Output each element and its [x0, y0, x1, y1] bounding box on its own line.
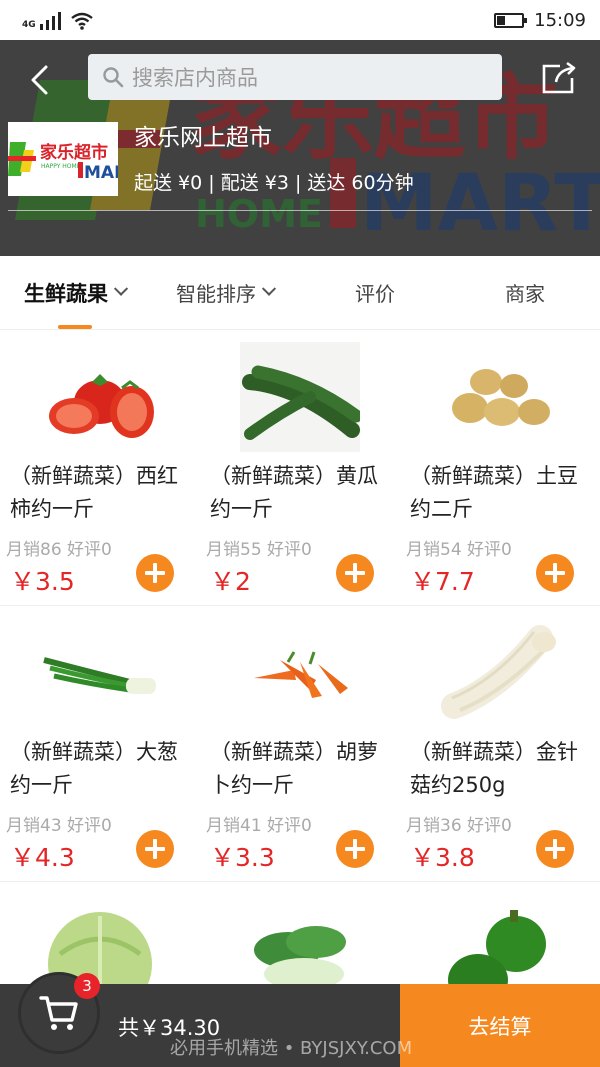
- plus-icon-stroke: [553, 839, 557, 859]
- product-card[interactable]: [0, 882, 200, 1004]
- product-price: ￥3.8: [410, 843, 475, 872]
- product-grid: （新鲜蔬菜）西红柿约一斤 月销86 好评0 ￥3.5 （新鲜蔬菜）黄瓜约一斤 月…: [0, 330, 600, 882]
- product-name: （新鲜蔬菜）黄瓜约一斤: [210, 464, 378, 521]
- svg-text:家乐超市: 家乐超市: [40, 142, 108, 163]
- back-button[interactable]: [22, 60, 56, 100]
- wifi-icon: [70, 12, 93, 30]
- plus-icon-stroke: [153, 563, 157, 583]
- product-row: （新鲜蔬菜）西红柿约一斤 月销86 好评0 ￥3.5 （新鲜蔬菜）黄瓜约一斤 月…: [0, 330, 600, 606]
- product-price: ￥7.7: [410, 567, 475, 596]
- tab-fresh-produce[interactable]: 生鲜蔬果: [0, 256, 150, 329]
- add-to-cart-button[interactable]: [536, 830, 574, 868]
- chevron-down-icon: [113, 281, 129, 296]
- cucumber-icon: [240, 342, 360, 452]
- product-card[interactable]: （新鲜蔬菜）金针菇约250g 月销36 好评0 ￥3.8: [400, 606, 600, 882]
- active-tab-indicator: [58, 325, 92, 329]
- back-arrow-icon: [31, 65, 48, 95]
- plus-icon-stroke: [353, 839, 357, 859]
- product-card[interactable]: （新鲜蔬菜）西红柿约一斤 月销86 好评0 ￥3.5: [0, 330, 200, 606]
- add-to-cart-button[interactable]: [136, 830, 174, 868]
- product-row: （新鲜蔬菜）大葱约一斤 月销43 好评0 ￥4.3 （新鲜蔬菜）胡萝卜约一斤 月…: [0, 606, 600, 882]
- share-button[interactable]: [540, 60, 578, 96]
- store-header: 家乐超市 HOME MART 搜索店内商品 家乐超市 HAPPY HOME MA…: [0, 40, 600, 256]
- product-sales: 月销36 好评0: [406, 816, 512, 836]
- store-search-input[interactable]: 搜索店内商品: [88, 54, 502, 100]
- carrot-icon: [254, 651, 348, 698]
- search-placeholder: 搜索店内商品: [132, 66, 258, 90]
- tomato-icon: [49, 374, 154, 438]
- product-card[interactable]: （新鲜蔬菜）黄瓜约一斤 月销55 好评0 ￥2: [200, 330, 400, 606]
- product-card[interactable]: （新鲜蔬菜）胡萝卜约一斤 月销41 好评0 ￥3.3: [200, 606, 400, 882]
- tab-reviews[interactable]: 评价: [300, 256, 450, 329]
- product-name: （新鲜蔬菜）金针菇约250g: [410, 740, 578, 797]
- tab-label: 商家: [505, 282, 545, 306]
- product-name: （新鲜蔬菜）土豆约二斤: [410, 464, 578, 521]
- add-to-cart-button[interactable]: [536, 554, 574, 592]
- add-to-cart-button[interactable]: [336, 554, 374, 592]
- enoki-mushroom-icon: [441, 625, 556, 719]
- watermark: 必用手机精选 • BYJSJXY.COM: [170, 1038, 413, 1059]
- product-sales: 月销86 好评0: [6, 540, 112, 560]
- product-sales: 月销54 好评0: [406, 540, 512, 560]
- status-bar: 4G 15:09: [0, 0, 600, 40]
- delivery-info: 起送 ¥0 | 配送 ¥3 | 送达 60分钟: [134, 172, 414, 194]
- plus-icon-stroke: [553, 563, 557, 583]
- tab-label: 评价: [355, 282, 395, 306]
- category-tabs: 生鲜蔬果 智能排序 评价 商家: [0, 256, 600, 330]
- svg-text:MART: MART: [84, 163, 118, 183]
- signal-bar: [51, 16, 55, 30]
- product-price: ￥4.3: [10, 843, 75, 872]
- tab-label: 生鲜蔬果: [24, 281, 108, 306]
- product-sales: 月销41 好评0: [206, 816, 312, 836]
- product-sales: 月销55 好评0: [206, 540, 312, 560]
- add-to-cart-button[interactable]: [336, 830, 374, 868]
- network-type: 4G: [22, 20, 36, 30]
- plus-icon-stroke: [153, 839, 157, 859]
- scallion-icon: [43, 657, 156, 694]
- product-card[interactable]: （新鲜蔬菜）土豆约二斤 月销54 好评0 ￥7.7: [400, 330, 600, 606]
- signal-bar: [45, 20, 49, 30]
- tab-label: 智能排序: [176, 282, 256, 306]
- store-logo: 家乐超市 HAPPY HOME MART: [8, 122, 118, 196]
- plus-icon-stroke: [353, 563, 357, 583]
- app-screen: 4G 15:09 家乐超市 HOME MART 搜索店内商品 家乐超市 HAPP…: [0, 0, 600, 1067]
- signal-bar: [39, 24, 43, 30]
- potato-icon: [452, 369, 550, 426]
- checkout-button[interactable]: 去结算: [400, 984, 600, 1067]
- signal-bar: [57, 12, 61, 30]
- signal-indicator: 4G: [22, 10, 94, 30]
- product-price: ￥2: [210, 567, 251, 596]
- product-price: ￥3.3: [210, 843, 275, 872]
- add-to-cart-button[interactable]: [136, 554, 174, 592]
- clock: 15:09: [534, 9, 586, 31]
- tab-smart-sort[interactable]: 智能排序: [150, 256, 300, 329]
- search-icon: [103, 67, 124, 88]
- product-card[interactable]: [200, 882, 400, 992]
- tab-merchant[interactable]: 商家: [450, 256, 600, 329]
- product-price: ￥3.5: [10, 567, 75, 596]
- product-name: （新鲜蔬菜）胡萝卜约一斤: [210, 740, 378, 797]
- battery-icon: [494, 12, 528, 28]
- product-name: （新鲜蔬菜）大葱约一斤: [10, 740, 178, 797]
- cart-count-badge: 3: [74, 973, 100, 999]
- header-divider: [8, 210, 592, 211]
- share-icon: [542, 61, 576, 94]
- shopping-cart-icon: [39, 996, 78, 1030]
- chevron-down-icon: [261, 281, 277, 296]
- store-name: 家乐网上超市: [134, 125, 272, 151]
- svg-text:HAPPY HOME: HAPPY HOME: [41, 163, 81, 170]
- product-sales: 月销43 好评0: [6, 816, 112, 836]
- product-card[interactable]: （新鲜蔬菜）大葱约一斤 月销43 好评0 ￥4.3: [0, 606, 200, 882]
- product-name: （新鲜蔬菜）西红柿约一斤: [10, 464, 178, 521]
- product-card[interactable]: [400, 882, 600, 1004]
